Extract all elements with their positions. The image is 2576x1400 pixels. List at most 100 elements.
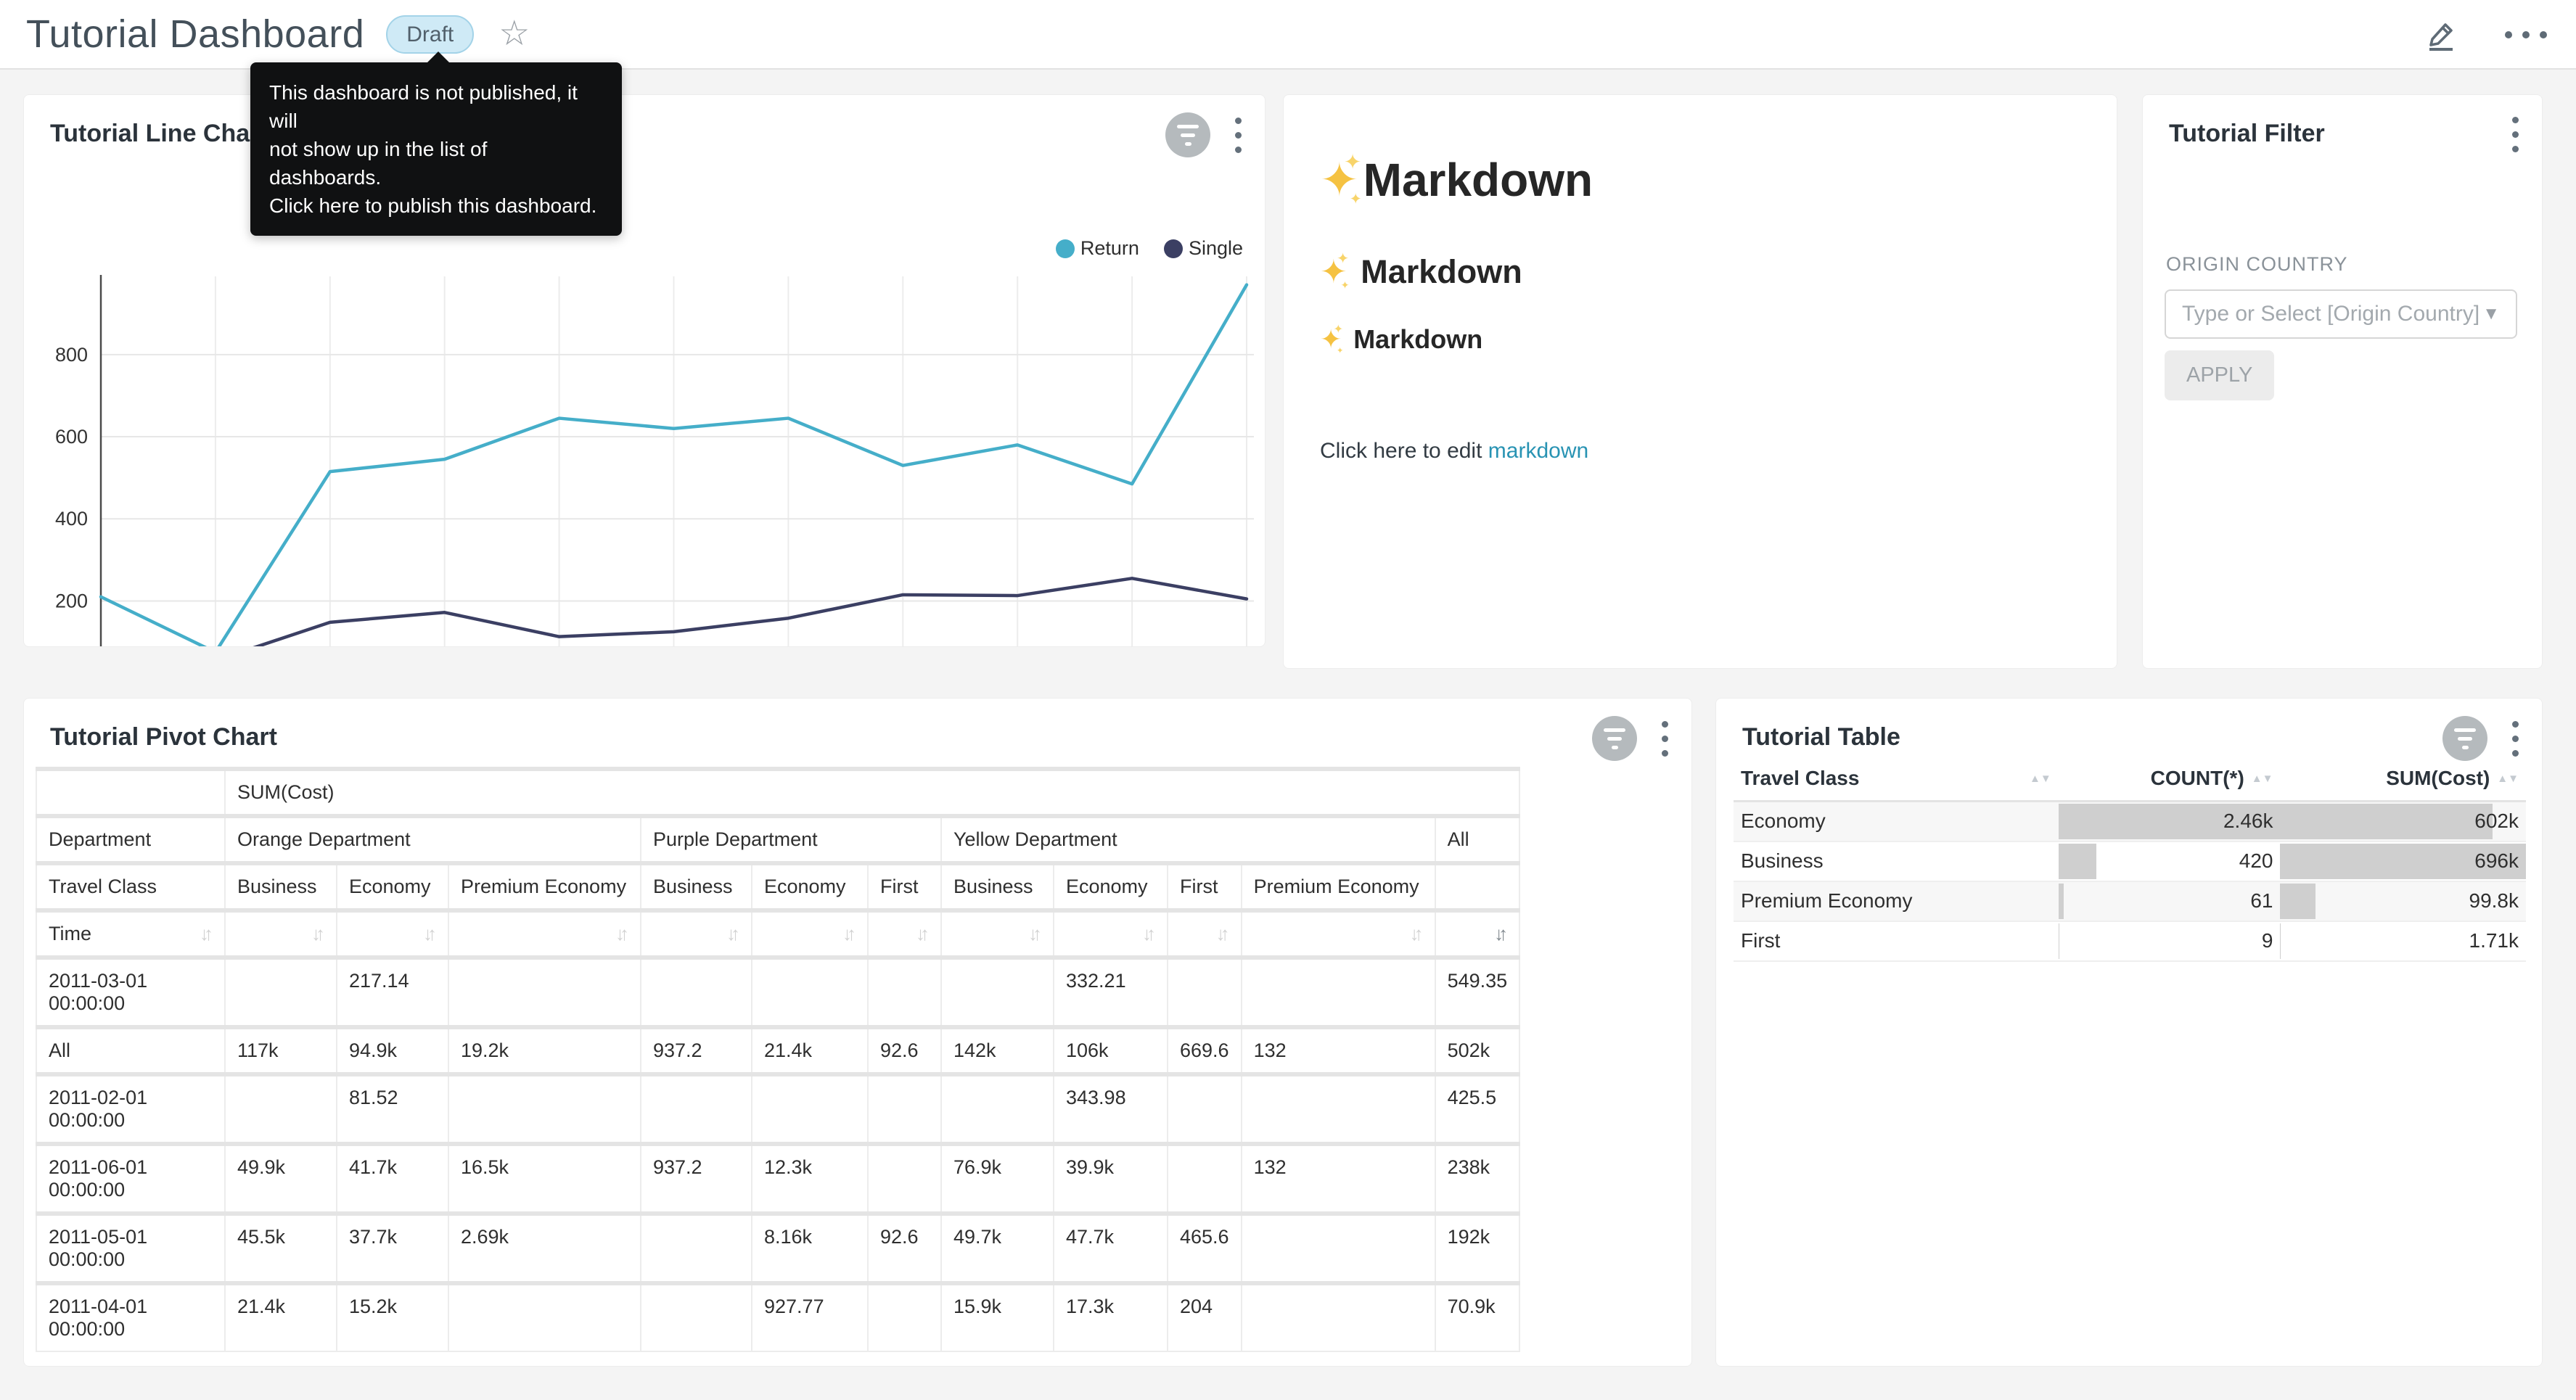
- sort-icon[interactable]: ▲▼: [2497, 774, 2519, 783]
- pivot-value-cell: [1242, 1214, 1435, 1283]
- sort-icon[interactable]: ↓↑: [1216, 923, 1229, 945]
- pivot-sort-cell[interactable]: ↓↑: [1435, 910, 1520, 958]
- pivot-sort-cell[interactable]: ↓↑: [752, 910, 868, 958]
- pivot-value-cell: 17.3k: [1054, 1283, 1168, 1351]
- chart-options-icon[interactable]: [2508, 717, 2523, 761]
- applied-filters-icon[interactable]: [1165, 112, 1210, 157]
- pivot-value-cell: 49.7k: [941, 1214, 1054, 1283]
- pivot-value-cell: 192k: [1435, 1214, 1520, 1283]
- pivot-sort-cell[interactable]: ↓↑: [1168, 910, 1242, 958]
- tooltip-line: Click here to publish this dashboard.: [269, 192, 603, 220]
- pivot-row: 2011-06-0100:00:0049.9k41.7k16.5k937.212…: [36, 1144, 1519, 1214]
- pivot-sort-cell[interactable]: ↓↑: [448, 910, 641, 958]
- pivot-sort-cell[interactable]: ↓↑: [337, 910, 448, 958]
- pivot-value-cell: 12.3k: [752, 1144, 868, 1214]
- legend-item[interactable]: Return: [1056, 237, 1139, 260]
- more-menu-icon[interactable]: [2505, 31, 2547, 38]
- pivot-sort-cell[interactable]: ↓↑: [1054, 910, 1168, 958]
- pivot-class-header: [1435, 863, 1520, 910]
- pivot-class-header: First: [1168, 863, 1242, 910]
- pivot-value-cell: [641, 1074, 752, 1144]
- pivot-value-cell: 549.35: [1435, 958, 1520, 1027]
- sum-bar: [2280, 884, 2315, 919]
- pivot-value-cell: 465.6: [1168, 1214, 1242, 1283]
- pivot-sort-cell[interactable]: ↓↑: [941, 910, 1054, 958]
- sum-cell: 696k: [2280, 841, 2526, 881]
- pivot-sort-cell[interactable]: ↓↑: [225, 910, 337, 958]
- sum-cell: 602k: [2280, 802, 2526, 841]
- pivot-sort-cell[interactable]: ↓↑: [868, 910, 941, 958]
- pivot-class-header: Economy: [752, 863, 868, 910]
- sort-icon[interactable]: ↓↑: [1494, 923, 1507, 945]
- chart-options-icon[interactable]: [1231, 113, 1246, 157]
- edit-markdown-link[interactable]: markdown: [1488, 439, 1588, 463]
- filter-card: Tutorial Filter ORIGIN COUNTRY Type or S…: [2142, 94, 2543, 669]
- line-chart-plot: 200400600800FebruaryMarchAprilMayJuneJul…: [24, 269, 1266, 647]
- table-row: Economy2.46k602k: [1734, 802, 2526, 841]
- pivot-value-cell: 81.52: [337, 1074, 448, 1144]
- sort-icon[interactable]: ↓↑: [1410, 923, 1423, 945]
- pivot-value-cell: 45.5k: [225, 1214, 337, 1283]
- pivot-row: 2011-02-0100:00:0081.52343.98425.5: [36, 1074, 1519, 1144]
- pivot-value-cell: [868, 1283, 941, 1351]
- count-cell: 2.46k: [2059, 802, 2281, 841]
- count-bar: [2059, 923, 2060, 959]
- select-placeholder: Type or Select [Origin Country]: [2182, 302, 2479, 326]
- filter-options-icon[interactable]: [2508, 112, 2523, 157]
- sort-icon[interactable]: ↓↑: [200, 923, 213, 945]
- col-header-travel-class[interactable]: Travel Class▲▼: [1734, 757, 2059, 802]
- pivot-class-header: First: [868, 863, 941, 910]
- edit-pencil-icon[interactable]: [2424, 17, 2458, 52]
- favorite-star-icon[interactable]: ☆: [499, 17, 530, 52]
- pivot-value-cell: [868, 958, 941, 1027]
- pivot-value-cell: 76.9k: [941, 1144, 1054, 1214]
- applied-filters-icon[interactable]: [1592, 716, 1637, 761]
- pivot-value-cell: 927.77: [752, 1283, 868, 1351]
- pivot-sort-cell[interactable]: ↓↑: [1242, 910, 1435, 958]
- pivot-department-label: Department: [36, 816, 225, 863]
- table-row: Business420696k: [1734, 841, 2526, 881]
- count-cell: 61: [2059, 881, 2281, 921]
- legend-label: Return: [1080, 237, 1139, 260]
- chart-legend: Return Single: [1056, 237, 1243, 260]
- sort-icon[interactable]: ↓↑: [615, 923, 628, 945]
- sort-icon[interactable]: ↓↑: [423, 923, 436, 945]
- applied-filters-icon[interactable]: [2442, 716, 2487, 761]
- legend-item[interactable]: Single: [1164, 237, 1243, 260]
- pivot-class-header: Premium Economy: [1242, 863, 1435, 910]
- sort-icon[interactable]: ↓↑: [842, 923, 856, 945]
- pivot-value-cell: [641, 1283, 752, 1351]
- col-header-sum-cost[interactable]: SUM(Cost)▲▼: [2280, 757, 2526, 802]
- pivot-value-cell: 94.9k: [337, 1027, 448, 1074]
- sort-icon[interactable]: ↓↑: [311, 923, 324, 945]
- count-bar: [2059, 844, 2096, 879]
- sort-icon[interactable]: ↓↑: [726, 923, 739, 945]
- dashboard-header: Tutorial Dashboard Draft ☆: [0, 0, 2576, 70]
- pivot-sort-cell[interactable]: ↓↑: [641, 910, 752, 958]
- markdown-h2: ✦✦✦ Markdown: [1320, 252, 2080, 291]
- draft-badge[interactable]: Draft: [386, 15, 474, 54]
- pivot-value-cell: [1168, 1074, 1242, 1144]
- col-header-count[interactable]: COUNT(*)▲▼: [2059, 757, 2281, 802]
- apply-button[interactable]: APPLY: [2165, 350, 2274, 400]
- sort-icon[interactable]: ↓↑: [1028, 923, 1041, 945]
- sort-icon[interactable]: ↓↑: [916, 923, 929, 945]
- sort-icon[interactable]: ▲▼: [2252, 774, 2273, 783]
- markdown-h1: ✦✦✦Markdown: [1320, 153, 2080, 207]
- table-card-title: Tutorial Table: [1742, 723, 1900, 752]
- pivot-value-cell: 669.6: [1168, 1027, 1242, 1074]
- pivot-value-cell: 2.69k: [448, 1214, 641, 1283]
- legend-dot: [1056, 239, 1075, 258]
- pivot-class-label: Travel Class: [36, 863, 225, 910]
- chart-options-icon[interactable]: [1657, 717, 1673, 761]
- markdown-paragraph: Click here to edit markdown: [1320, 439, 2080, 464]
- origin-country-select[interactable]: Type or Select [Origin Country] ▼: [2165, 289, 2517, 339]
- svg-text:200: 200: [55, 590, 88, 612]
- pivot-value-cell: [1242, 958, 1435, 1027]
- sort-icon[interactable]: ▲▼: [2030, 774, 2051, 783]
- pivot-value-cell: [225, 1074, 337, 1144]
- pivot-row: DepartmentOrange DepartmentPurple Depart…: [36, 816, 1519, 863]
- sort-icon[interactable]: ↓↑: [1142, 923, 1155, 945]
- pivot-value-cell: 41.7k: [337, 1144, 448, 1214]
- sparkles-icon: ✦✦✦: [1320, 153, 1359, 207]
